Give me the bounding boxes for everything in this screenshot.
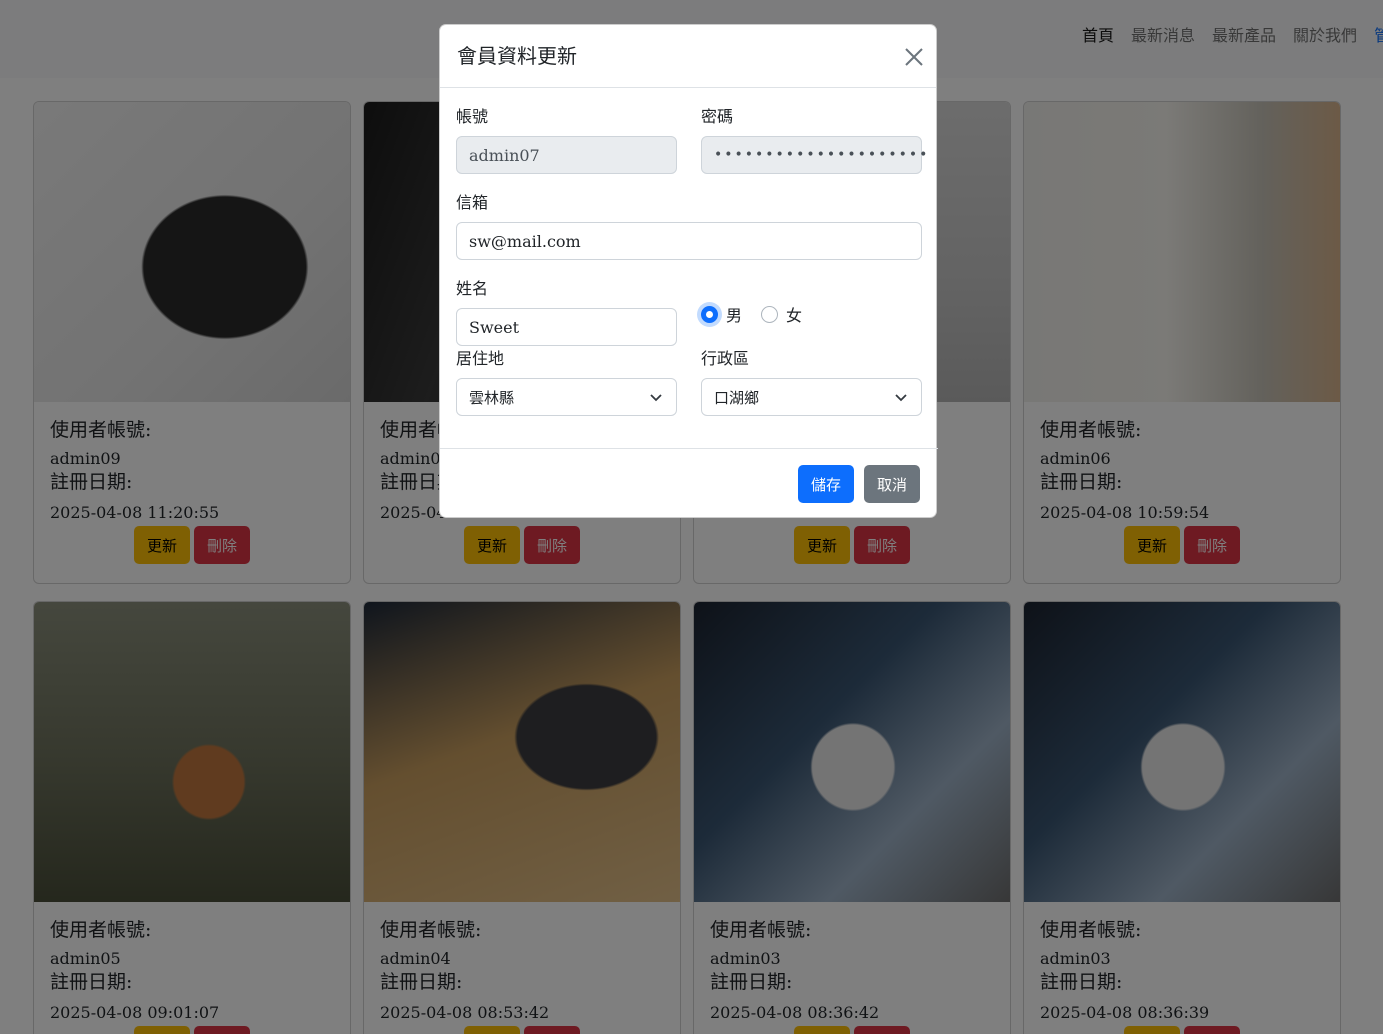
cancel-button[interactable]: 取消 — [864, 465, 921, 503]
member-update-modal: 會員資料更新 帳號 admin07 密碼 •••••••••••••••••••… — [439, 24, 938, 519]
email-field-label: 信箱 — [456, 193, 489, 212]
radio-checked-icon[interactable] — [701, 305, 718, 323]
city-select-value: 雲林縣 — [469, 388, 515, 407]
district-field-label: 行政區 — [701, 349, 750, 368]
name-field-label: 姓名 — [456, 279, 489, 298]
password-field-label: 密碼 — [701, 107, 734, 126]
radio-unchecked-icon[interactable] — [761, 305, 778, 323]
password-field[interactable]: ••••••••••••••••••••• — [701, 136, 927, 174]
district-select-value: 口湖鄉 — [714, 388, 760, 407]
modal-footer: 儲存 取消 — [440, 448, 938, 519]
gender-female-option[interactable]: 女 — [761, 302, 802, 326]
name-field[interactable]: Sweet — [456, 308, 677, 346]
chevron-down-icon — [650, 394, 662, 402]
account-field[interactable]: admin07 — [456, 136, 677, 174]
modal-header: 會員資料更新 — [440, 25, 936, 88]
city-field-label: 居住地 — [456, 349, 505, 368]
district-select[interactable]: 口湖鄉 — [701, 378, 922, 416]
email-field[interactable]: sw@mail.com — [456, 222, 922, 260]
modal-title: 會員資料更新 — [457, 44, 577, 68]
account-field-label: 帳號 — [456, 107, 489, 126]
city-select[interactable]: 雲林縣 — [456, 378, 677, 416]
close-icon[interactable] — [902, 45, 926, 69]
gender-female-label: 女 — [786, 306, 803, 325]
save-button[interactable]: 儲存 — [798, 465, 855, 503]
gender-male-label: 男 — [726, 306, 743, 325]
gender-male-option[interactable]: 男 — [701, 302, 742, 326]
chevron-down-icon — [895, 394, 907, 402]
